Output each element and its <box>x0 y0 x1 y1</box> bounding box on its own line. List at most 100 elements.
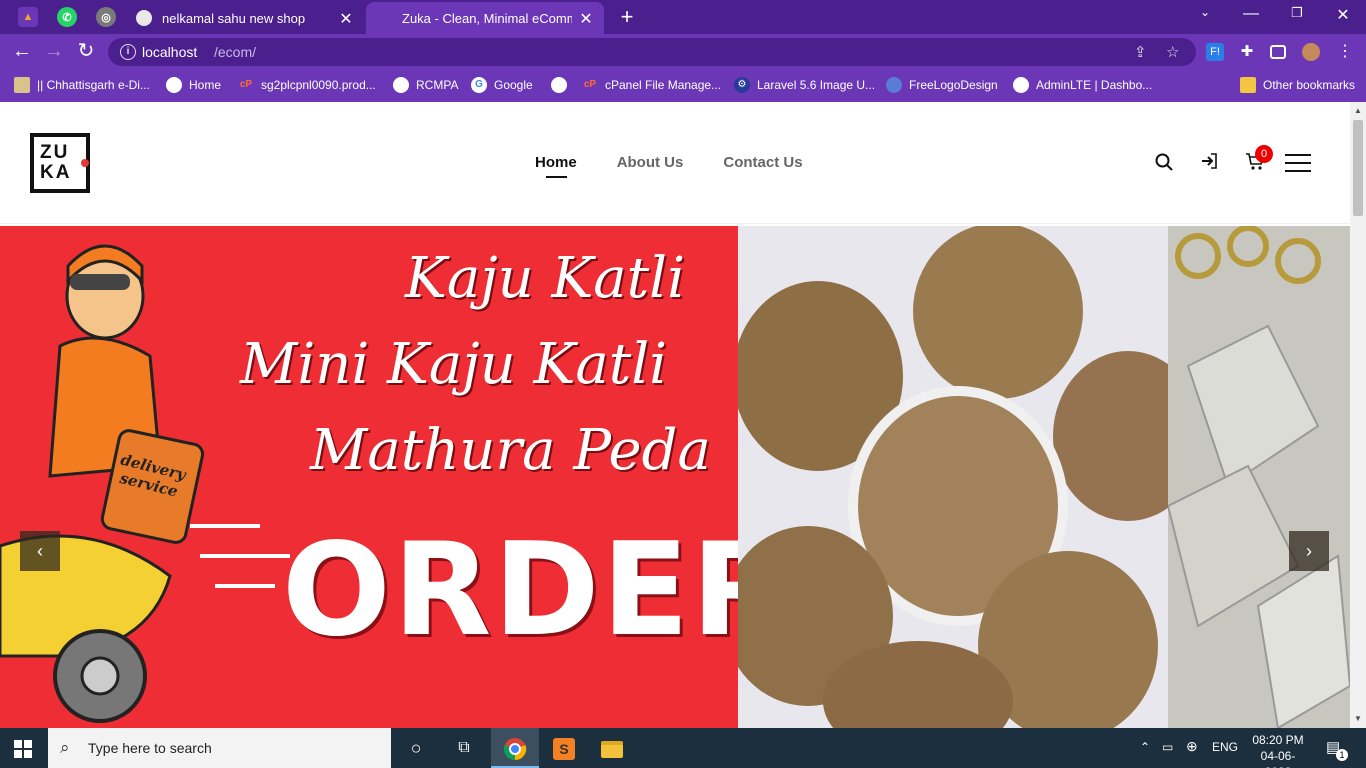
task-view-icon[interactable]: ⧉ <box>440 728 488 768</box>
bookmark-item[interactable] <box>551 77 574 93</box>
whatsapp-icon[interactable]: ✆ <box>57 7 77 27</box>
close-tab-icon[interactable]: ✕ <box>338 9 354 29</box>
globe-icon <box>136 10 152 26</box>
taskbar-search-placeholder: Type here to search <box>88 740 212 756</box>
tab-search-chevron-icon[interactable]: ⌄ <box>1193 5 1217 19</box>
close-tab-icon[interactable]: ✕ <box>578 9 594 29</box>
logo-dot <box>81 159 89 167</box>
restore-icon[interactable]: ❐ <box>1285 5 1309 21</box>
notification-count: 1 <box>1336 749 1348 761</box>
cortana-icon[interactable]: ○ <box>392 728 440 768</box>
carousel-prev-button[interactable]: ‹ <box>20 531 60 571</box>
browser-toolbar: ← → ↻ i localhost /ecom/ ⇪ ☆ F! ✚ ⋮ <box>0 34 1366 70</box>
bookmark-item[interactable]: AdminLTE | Dashbo... <box>1013 77 1152 93</box>
profile-avatar[interactable] <box>1302 43 1320 61</box>
scroll-down-icon[interactable]: ▼ <box>1354 714 1362 723</box>
hero-banner-red: delivery service Kaju Katli Mini Kaju Ka… <box>0 226 790 728</box>
bookmark-item[interactable]: FreeLogoDesign <box>886 77 998 93</box>
bookmark-item[interactable]: ⚙ Laravel 5.6 Image U... <box>734 77 875 93</box>
pinned-tab-1-icon[interactable]: ▲ <box>18 7 38 27</box>
bookmark-item[interactable]: RCMPA <box>393 77 458 93</box>
zuka-favicon-icon <box>376 10 392 26</box>
extension-badge-icon[interactable]: F! <box>1206 43 1224 61</box>
language-globe-icon[interactable]: ⊕ <box>1186 738 1198 755</box>
peda-sweets-image <box>723 226 1203 728</box>
hero-line-1: Kaju Katli <box>405 246 685 311</box>
tab-title: nelkamal sahu new shop <box>162 10 306 26</box>
bookmark-item[interactable]: cP cPanel File Manage... <box>582 77 721 93</box>
new-tab-icon[interactable]: + <box>616 4 638 30</box>
reload-icon[interactable]: ↻ <box>74 40 98 64</box>
hero-line-2: Mini Kaju Katli <box>240 332 668 397</box>
nav-about-us[interactable]: About Us <box>617 154 684 171</box>
bookmark-item[interactable]: Home <box>166 77 221 93</box>
bookmark-item[interactable]: || Chhattisgarh e-Di... <box>14 77 150 93</box>
scroll-thumb[interactable] <box>1353 120 1363 216</box>
freelogodesign-icon <box>886 77 902 93</box>
input-language[interactable]: ENG <box>1212 740 1238 754</box>
share-icon[interactable]: ⇪ <box>1134 43 1147 61</box>
windows-start-icon[interactable] <box>14 740 32 758</box>
back-icon[interactable]: ← <box>10 40 34 64</box>
scroll-up-icon[interactable]: ▲ <box>1354 106 1362 115</box>
tab-shop[interactable]: nelkamal sahu new shop ✕ <box>126 2 364 34</box>
system-clock[interactable]: 08:20 PM 04-06-2022 <box>1248 732 1308 768</box>
hero-line-3: Mathura Peda <box>310 418 711 483</box>
bookmark-star-icon[interactable]: ☆ <box>1166 43 1179 61</box>
minimize-icon[interactable]: — <box>1239 5 1263 23</box>
globe-icon <box>393 77 409 93</box>
web-page: ZU KA Home About Us Contact Us 0 deliver… <box>0 102 1350 728</box>
search-icon: ⌕ <box>60 738 70 757</box>
globe-icon <box>1013 77 1029 93</box>
more-menu-icon[interactable]: ⋮ <box>1336 43 1354 61</box>
sublime-text-icon[interactable]: S <box>540 728 588 768</box>
site-info-icon[interactable]: i <box>120 44 136 60</box>
nav-contact-us[interactable]: Contact Us <box>723 154 802 171</box>
google-icon: G <box>471 77 487 93</box>
kaju-katli-image <box>1166 226 1350 728</box>
hamburger-menu-icon[interactable] <box>1285 154 1311 172</box>
file-explorer-icon[interactable] <box>588 728 636 768</box>
site-header: ZU KA Home About Us Contact Us 0 <box>0 102 1350 224</box>
bookmarks-bar: || Chhattisgarh e-Di... Home cP sg2plcpnl… <box>0 70 1366 102</box>
carousel-next-button[interactable]: › <box>1289 531 1329 571</box>
side-panel-icon[interactable] <box>1270 45 1286 59</box>
hero-carousel: delivery service Kaju Katli Mini Kaju Ka… <box>0 226 1350 728</box>
nav-home[interactable]: Home <box>535 154 577 178</box>
globe-icon[interactable]: ◎ <box>96 7 116 27</box>
bookmark-item[interactable]: G Google <box>471 77 533 93</box>
site-logo[interactable]: ZU KA <box>30 133 90 193</box>
cpanel-icon: cP <box>583 79 597 90</box>
hero-peda-photo <box>723 226 1203 728</box>
page-scrollbar[interactable]: ▲ ▼ <box>1350 102 1366 728</box>
hero-kaju-katli-photo <box>1166 226 1350 728</box>
main-nav: Home About Us Contact Us <box>535 154 803 178</box>
forward-icon[interactable]: → <box>42 40 66 64</box>
clock-time: 08:20 PM <box>1252 733 1304 747</box>
tray-overflow-icon[interactable]: ⌃ <box>1140 740 1150 754</box>
url-path: /ecom/ <box>214 44 257 60</box>
close-window-icon[interactable]: ✕ <box>1331 5 1355 25</box>
taskbar-search[interactable]: ⌕ Type here to search <box>48 728 391 768</box>
globe-icon <box>166 77 182 93</box>
bookmark-item[interactable]: cP sg2plcpnl0090.prod... <box>238 77 376 93</box>
tab-title: Zuka - Clean, Minimal eCommerce <box>402 10 572 26</box>
address-bar[interactable]: i localhost /ecom/ ⇪ ☆ <box>108 38 1196 66</box>
cart-count-badge: 0 <box>1255 145 1273 163</box>
hero-headline: ORDER <box>282 516 792 665</box>
gear-icon: ⚙ <box>734 77 750 93</box>
globe-icon <box>551 77 567 93</box>
tab-zuka[interactable]: Zuka - Clean, Minimal eCommerce ✕ <box>366 2 604 34</box>
login-icon[interactable] <box>1201 153 1217 174</box>
cpanel-icon: cP <box>239 79 253 90</box>
other-bookmarks[interactable]: Other bookmarks <box>1240 77 1355 93</box>
url-host: localhost <box>142 44 198 60</box>
extensions-puzzle-icon[interactable]: ✚ <box>1238 43 1256 61</box>
browser-tab-strip: ▲ ✆ ◎ nelkamal sahu new shop ✕ Zuka - Cl… <box>0 0 1366 34</box>
clock-date: 04-06-2022 <box>1260 749 1296 768</box>
network-icon[interactable]: ▭ <box>1162 740 1173 754</box>
chrome-taskbar-icon[interactable] <box>491 728 539 768</box>
emblem-icon <box>14 77 30 93</box>
folder-icon <box>1240 77 1256 93</box>
search-icon[interactable] <box>1155 153 1173 176</box>
